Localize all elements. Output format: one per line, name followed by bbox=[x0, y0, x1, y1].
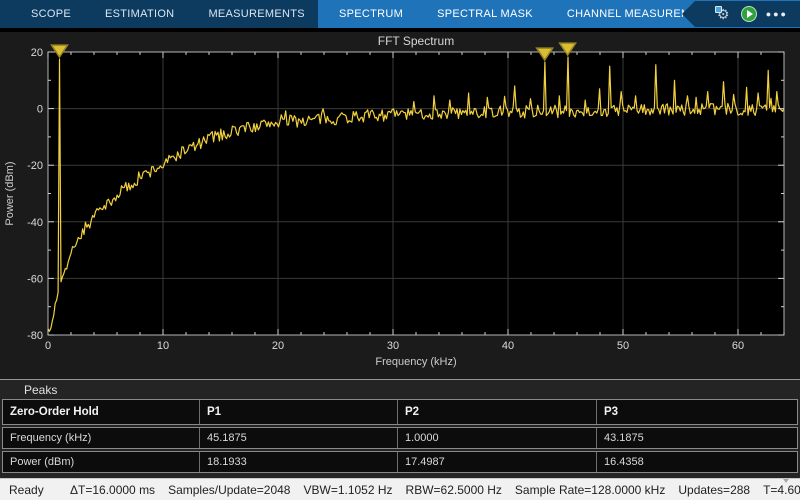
status-item: ΔT=16.0000 ms bbox=[70, 483, 155, 497]
peaks-table: Zero-Order HoldP1P2P3Frequency (kHz)45.1… bbox=[2, 399, 798, 473]
svg-text:-60: -60 bbox=[27, 273, 43, 285]
x-axis-label: Frequency (kHz) bbox=[375, 356, 456, 368]
collapse-statusbar-icon[interactable] bbox=[781, 483, 795, 496]
tab-spectrum[interactable]: SPECTRUM bbox=[322, 0, 420, 28]
peaks-table-cell: 1.0000 bbox=[397, 428, 596, 448]
svg-text:60: 60 bbox=[732, 340, 744, 352]
svg-text:0: 0 bbox=[37, 104, 43, 116]
y-axis-label: Power (dBm) bbox=[4, 161, 16, 225]
spectrum-plot[interactable]: 0 10 20 30 40 50 60 20 0 -20 -40 -60 -80 FFT Spectrum… bbox=[0, 32, 800, 379]
peaks-table-row: Power (dBm)18.193317.498716.4358 bbox=[2, 451, 798, 473]
peaks-panel-title: Peaks bbox=[0, 380, 800, 399]
tab-scope[interactable]: SCOPE bbox=[14, 0, 88, 28]
peaks-table-cell: 16.4358 bbox=[596, 452, 795, 472]
status-items: ΔT=16.0000 ms Samples/Update=2048 VBW=1.10… bbox=[70, 483, 800, 497]
peaks-table-cell: 45.1875 bbox=[199, 428, 397, 448]
run-button[interactable] bbox=[741, 6, 757, 22]
status-item: Sample Rate=128.0000 kHz bbox=[515, 483, 665, 497]
peaks-table-header-row: Zero-Order HoldP1P2P3 bbox=[2, 399, 798, 425]
svg-text:20: 20 bbox=[272, 340, 284, 352]
peaks-panel: Peaks Zero-Order HoldP1P2P3Frequency (kH… bbox=[0, 379, 800, 478]
peaks-table-row: Frequency (kHz)45.18751.000043.1875 bbox=[2, 427, 798, 449]
svg-text:40: 40 bbox=[502, 340, 514, 352]
svg-text:20: 20 bbox=[31, 47, 43, 59]
tab-estimation[interactable]: ESTIMATION bbox=[88, 0, 191, 28]
svg-text:-20: -20 bbox=[27, 160, 43, 172]
peaks-table-cell: 17.4987 bbox=[397, 452, 596, 472]
status-state: Ready bbox=[0, 483, 70, 497]
tab-measurements[interactable]: MEASUREMENTS bbox=[191, 0, 322, 28]
peaks-table-cell: 43.1875 bbox=[596, 428, 795, 448]
ellipsis-icon[interactable]: ●●● bbox=[766, 9, 788, 19]
svg-text:30: 30 bbox=[387, 340, 399, 352]
peaks-table-header-cell: P2 bbox=[397, 400, 596, 424]
peaks-table-cell: 18.1933 bbox=[199, 452, 397, 472]
tab-list: SCOPEESTIMATIONMEASUREMENTSSPECTRUMSPECT… bbox=[0, 0, 738, 28]
status-item: RBW=62.5000 Hz bbox=[406, 483, 502, 497]
peaks-table-header-cell: Zero-Order Hold bbox=[3, 400, 199, 424]
status-bar: Ready ΔT=16.0000 ms Samples/Update=2048 VB… bbox=[0, 478, 800, 500]
peaks-table-cell: Power (dBm) bbox=[3, 452, 199, 472]
peaks-table-cell: Frequency (kHz) bbox=[3, 428, 199, 448]
settings-tag-icon bbox=[715, 6, 722, 13]
svg-text:-40: -40 bbox=[27, 217, 43, 229]
status-item: Samples/Update=2048 bbox=[168, 483, 290, 497]
svg-text:50: 50 bbox=[617, 340, 629, 352]
toolstrip-controls: ⚙︎ ●●● bbox=[682, 1, 800, 27]
gear-icon[interactable]: ⚙︎ bbox=[715, 6, 732, 23]
svg-text:10: 10 bbox=[157, 340, 169, 352]
toolstrip-tab-bar: SCOPEESTIMATIONMEASUREMENTSSPECTRUMSPECT… bbox=[0, 0, 800, 28]
play-icon bbox=[747, 10, 753, 18]
tab-spectral-mask[interactable]: SPECTRAL MASK bbox=[420, 0, 550, 28]
status-item: Updates=288 bbox=[678, 483, 750, 497]
status-item: VBW=1.1052 Hz bbox=[303, 483, 392, 497]
peaks-table-header-cell: P3 bbox=[596, 400, 795, 424]
svg-text:0: 0 bbox=[45, 340, 51, 352]
peaks-table-header-cell: P1 bbox=[199, 400, 397, 424]
chart-title: FFT Spectrum bbox=[378, 34, 454, 48]
svg-text:-80: -80 bbox=[27, 330, 43, 342]
